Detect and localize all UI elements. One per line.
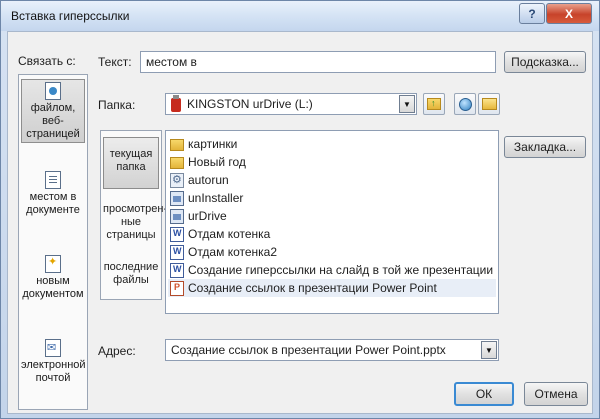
cancel-button[interactable]: Отмена (524, 382, 588, 406)
text-label: Текст: (98, 55, 132, 69)
current-folder-tab[interactable]: текущая папка (103, 137, 159, 189)
link-item-label: документом (22, 288, 84, 300)
word-document-icon (170, 244, 184, 260)
link-item-label: новым (36, 275, 70, 287)
word-document-icon (170, 226, 184, 242)
usb-drive-icon (171, 94, 181, 112)
browse-web-button[interactable] (454, 93, 476, 115)
dialog-body: Связать с: файлом, веб- страницей местом… (7, 31, 593, 414)
help-button[interactable]: ? (519, 3, 545, 24)
application-icon (170, 190, 184, 206)
link-item-label: местом в (29, 191, 77, 203)
powerpoint-icon (170, 280, 184, 296)
address-value: Создание ссылок в презентации Power Poin… (171, 343, 446, 357)
open-folder-icon (481, 98, 497, 110)
screentip-button[interactable]: Подсказка... (504, 51, 586, 73)
list-item[interactable]: autorun (168, 171, 496, 189)
address-label: Адрес: (98, 344, 136, 358)
hyperlink-dialog: Вставка гиперссылки ? X Связать с: файло… (0, 0, 600, 419)
list-item[interactable]: unInstaller (168, 189, 496, 207)
file-name: картинки (188, 137, 238, 151)
address-input[interactable]: Создание ссылок в презентации Power Poin… (165, 339, 499, 361)
dialog-title: Вставка гиперссылки (11, 9, 130, 23)
new-document-icon (45, 255, 61, 273)
list-item[interactable]: Отдам котенка (168, 225, 496, 243)
link-to-label: Связать с: (18, 54, 76, 68)
file-name: Создание гиперссылки на слайд в той же п… (188, 263, 494, 277)
folder-value: KINGSTON urDrive (L:) (187, 97, 313, 111)
settings-file-icon (170, 172, 184, 188)
file-name: Новый год (188, 155, 246, 169)
link-existing-file-or-web-page[interactable]: файлом, веб- страницей (21, 79, 85, 143)
nav-item-label: просмотрен- (103, 203, 168, 215)
link-item-label: почтой (35, 372, 71, 384)
file-name: Отдам котенка2 (188, 245, 278, 259)
list-item[interactable]: urDrive (168, 207, 496, 225)
link-item-label: электронной (21, 359, 86, 371)
browsed-pages-tab[interactable]: просмотрен- ные страницы (103, 203, 168, 247)
link-item-label: документе (26, 204, 80, 216)
file-name: urDrive (188, 209, 227, 223)
web-page-file-icon (45, 82, 61, 100)
folder-label: Папка: (98, 98, 136, 112)
close-button[interactable]: X (546, 3, 592, 24)
folder-icon (170, 139, 184, 151)
list-item[interactable]: картинки (168, 135, 496, 153)
folder-icon (170, 157, 184, 169)
folder-up-icon: ↑ (427, 98, 441, 110)
nav-item-label: папка (116, 161, 146, 173)
folder-select[interactable]: KINGSTON urDrive (L:) ▼ (165, 93, 417, 115)
recent-files-tab[interactable]: последние файлы (103, 255, 159, 291)
nav-item-label: последние (103, 261, 159, 273)
title-bar[interactable]: Вставка гиперссылки ? X (1, 1, 599, 31)
application-icon (170, 208, 184, 224)
chevron-down-icon[interactable]: ▼ (399, 95, 415, 113)
nav-item-label: страницы (106, 229, 156, 241)
file-name: Создание ссылок в презентации Power Poin… (188, 281, 437, 295)
document-place-icon (45, 171, 61, 189)
nav-item-label: файлы (113, 274, 149, 286)
link-email-address[interactable]: электронной почтой (21, 337, 86, 399)
email-icon (45, 339, 61, 357)
list-item[interactable]: Новый год (168, 153, 496, 171)
browse-file-button[interactable] (478, 93, 500, 115)
nav-item-label: ные (120, 216, 142, 228)
link-item-label: страницей (26, 128, 80, 140)
nav-item-label: текущая (109, 148, 153, 160)
file-name: unInstaller (188, 191, 244, 205)
link-item-label: файлом, веб- (30, 102, 76, 127)
file-name: autorun (188, 173, 229, 187)
link-new-document[interactable]: новым документом (21, 253, 85, 313)
link-to-panel: файлом, веб- страницей местом в документ… (18, 74, 88, 410)
chevron-down-icon[interactable]: ▼ (481, 341, 497, 359)
ok-button[interactable]: ОК (454, 382, 514, 406)
file-name: Отдам котенка (188, 227, 271, 241)
bookmark-button[interactable]: Закладка... (504, 136, 586, 158)
file-list[interactable]: картинки Новый год autorun unInstaller u… (165, 130, 499, 314)
text-to-display-input[interactable]: местом в (140, 51, 496, 73)
list-item[interactable]: Отдам котенка2 (168, 243, 496, 261)
folder-up-button[interactable]: ↑ (423, 93, 445, 115)
list-item[interactable]: Создание гиперссылки на слайд в той же п… (168, 261, 496, 279)
link-place-in-document[interactable]: местом в документе (21, 169, 85, 229)
look-in-panel: текущая папка просмотрен- ные страницы п… (100, 130, 168, 300)
web-search-icon (458, 97, 472, 111)
list-item[interactable]: Создание ссылок в презентации Power Poin… (168, 279, 496, 297)
word-document-icon (170, 262, 184, 278)
